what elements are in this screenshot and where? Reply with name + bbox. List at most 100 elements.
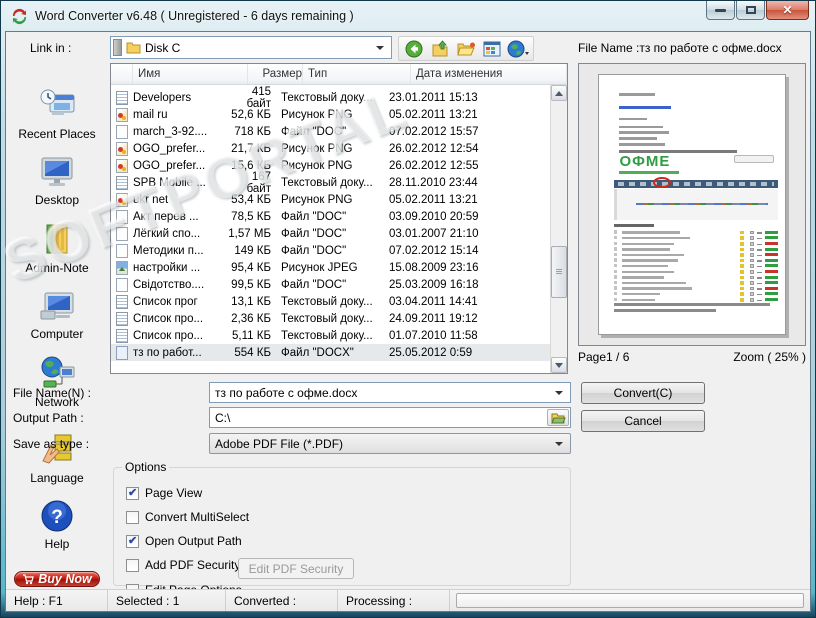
file-name-combo[interactable]: тз по работе с офме.docx: [209, 382, 571, 403]
file-type-icon: [116, 124, 128, 139]
checkbox-label: Open Output Path: [145, 534, 242, 548]
file-row[interactable]: Developers 415 байт Текстовый доку... 23…: [111, 86, 550, 110]
column-header-spacer: [111, 64, 133, 84]
file-row[interactable]: OGO_prefer... 21,7 КБ Рисунок PNG 26.02.…: [111, 140, 550, 157]
options-group-label: Options: [125, 460, 167, 474]
file-row[interactable]: Методики п... 149 КБ Файл "DOC" 07.02.20…: [111, 242, 550, 259]
sidebar-item-network[interactable]: Network: [35, 355, 79, 409]
output-path-value: C:\: [215, 410, 231, 425]
checkbox-icon[interactable]: [126, 558, 139, 572]
file-size: 554 КБ: [234, 346, 271, 359]
file-row[interactable]: mail ru 52,6 КБ Рисунок PNG 05.02.2011 1…: [111, 106, 550, 123]
file-type-icon: [116, 90, 128, 105]
checkbox-page-view[interactable]: Page View: [126, 486, 202, 500]
help-icon: ?: [41, 500, 73, 532]
scroll-up-button[interactable]: [551, 85, 567, 101]
file-row[interactable]: SPB Mobile ... 167 байт Текстовый доку..…: [111, 171, 550, 195]
column-header-date[interactable]: Дата изменения: [411, 64, 567, 84]
options-group: Options Page View Convert MultiSelect Op…: [113, 460, 571, 597]
minimize-icon: [715, 8, 726, 12]
file-date: 01.07.2010 11:58: [389, 329, 478, 342]
sidebar-item-desktop[interactable]: Desktop: [35, 155, 79, 207]
document-preview-page[interactable]: ОФМЕ: [598, 74, 786, 335]
vertical-scrollbar[interactable]: [550, 85, 567, 373]
file-row[interactable]: настройки ... 95,4 КБ Рисунок JPEG 15.08…: [111, 259, 550, 276]
file-type: Текстовый доку...: [281, 295, 373, 308]
close-button[interactable]: ✕: [766, 1, 809, 20]
file-name: Акт перев ...: [133, 210, 199, 223]
dialog-body: SOFTPORTAL Link in : Disk C Recent Place…: [0, 31, 811, 612]
window-title: Word Converter v6.48 ( Unregistered - 6 …: [35, 9, 354, 23]
checkbox-icon[interactable]: [126, 486, 139, 500]
chevron-down-icon: [555, 441, 563, 450]
file-size: 149 КБ: [234, 244, 271, 257]
file-type: Файл "DOCX": [281, 346, 354, 359]
file-size: 167 байт: [246, 170, 271, 195]
web-icon: [507, 40, 529, 57]
file-row[interactable]: Список про... 2,36 КБ Текстовый доку... …: [111, 310, 550, 327]
titlebar[interactable]: Word Converter v6.48 ( Unregistered - 6 …: [1, 1, 815, 31]
location-dropdown[interactable]: Disk C: [110, 36, 392, 59]
checkbox-icon[interactable]: [126, 510, 139, 524]
file-name: Developers: [133, 91, 192, 104]
app-logo-icon: [12, 8, 27, 24]
sidebar-item-label: Recent Places: [18, 127, 96, 141]
file-date: 23.01.2011 15:13: [389, 91, 478, 104]
file-size: 53,4 КБ: [231, 193, 271, 206]
sidebar-item-admin-note[interactable]: Admin-Note: [25, 221, 89, 275]
scrollbar-thumb[interactable]: [551, 246, 567, 299]
checkbox-icon[interactable]: [126, 534, 139, 548]
file-date: 28.11.2010 23:44: [389, 176, 478, 189]
desktop-icon: [41, 157, 73, 186]
maximize-button[interactable]: [736, 1, 765, 20]
open-folder-button[interactable]: [454, 38, 478, 59]
scroll-down-button[interactable]: [551, 357, 567, 373]
file-date: 03.01.2007 21:10: [389, 227, 479, 240]
file-row[interactable]: OGO_prefer... 15,6 КБ Рисунок PNG 26.02.…: [111, 157, 550, 174]
checkbox-open-output-path[interactable]: Open Output Path: [126, 534, 242, 548]
status-selected: Selected : 1: [108, 590, 226, 611]
column-header-name[interactable]: Имя: [133, 64, 248, 84]
file-type: Рисунок JPEG: [281, 261, 358, 274]
edit-pdf-security-button[interactable]: Edit PDF Security: [238, 558, 354, 579]
file-date: 05.02.2011 13:21: [389, 193, 478, 206]
back-button[interactable]: [402, 38, 426, 59]
convert-button[interactable]: Convert(C): [581, 382, 705, 404]
checkbox-add-pdf-security[interactable]: Add PDF Security: [126, 558, 240, 572]
file-row[interactable]: march_3-92.... 718 КБ Файл "DOC" 07.02.2…: [111, 123, 550, 140]
column-header-size[interactable]: Размер: [248, 64, 303, 84]
file-list: Имя Размер Тип Дата изменения Developers…: [110, 63, 568, 374]
file-type-icon: [116, 260, 128, 275]
web-button[interactable]: [506, 38, 530, 59]
views-button[interactable]: [480, 38, 504, 59]
file-row[interactable]: ukr net 53,4 КБ Рисунок PNG 05.02.2011 1…: [111, 191, 550, 208]
location-value: Disk C: [145, 40, 181, 55]
file-row[interactable]: Акт перев ... 78,5 КБ Файл "DOC" 03.09.2…: [111, 208, 550, 225]
buy-now-button[interactable]: Buy Now: [14, 571, 100, 587]
file-type-icon: [116, 175, 128, 190]
admin-note-icon: [46, 224, 68, 254]
file-row[interactable]: тз по работ... 554 КБ Файл "DOCX" 25.05.…: [111, 344, 550, 361]
column-header-type[interactable]: Тип: [303, 64, 411, 84]
file-date: 03.09.2010 20:59: [389, 210, 479, 223]
save-as-type-dropdown[interactable]: Adobe PDF File (*.PDF): [209, 433, 571, 454]
file-type: Текстовый доку...: [281, 329, 373, 342]
file-name: Список про...: [133, 329, 204, 342]
output-path-input[interactable]: C:\: [209, 407, 571, 428]
file-type-icon: [116, 243, 128, 258]
file-row[interactable]: Лёгкий спо... 1,57 МБ Файл "DOC" 03.01.2…: [111, 225, 550, 242]
sidebar-item-recent-places[interactable]: Recent Places: [18, 87, 96, 141]
file-type: Файл "DOC": [281, 244, 347, 257]
file-row[interactable]: Список прог 13,1 КБ Текстовый доку... 03…: [111, 293, 550, 310]
sidebar-item-computer[interactable]: Computer: [30, 289, 84, 341]
file-row[interactable]: Свідотство.... 99,5 КБ Файл "DOC" 25.03.…: [111, 276, 550, 293]
up-folder-button[interactable]: [428, 38, 452, 59]
cancel-button[interactable]: Cancel: [581, 410, 705, 432]
minimize-button[interactable]: [706, 1, 735, 20]
sidebar-item-help[interactable]: ? Help: [40, 499, 74, 551]
file-type-icon: [116, 107, 128, 122]
sidebar-item-label: Computer: [30, 327, 84, 341]
browse-folder-button[interactable]: [547, 409, 569, 426]
checkbox-convert-multiselect[interactable]: Convert MultiSelect: [126, 510, 249, 524]
file-row[interactable]: Список про... 5,11 КБ Текстовый доку... …: [111, 327, 550, 344]
